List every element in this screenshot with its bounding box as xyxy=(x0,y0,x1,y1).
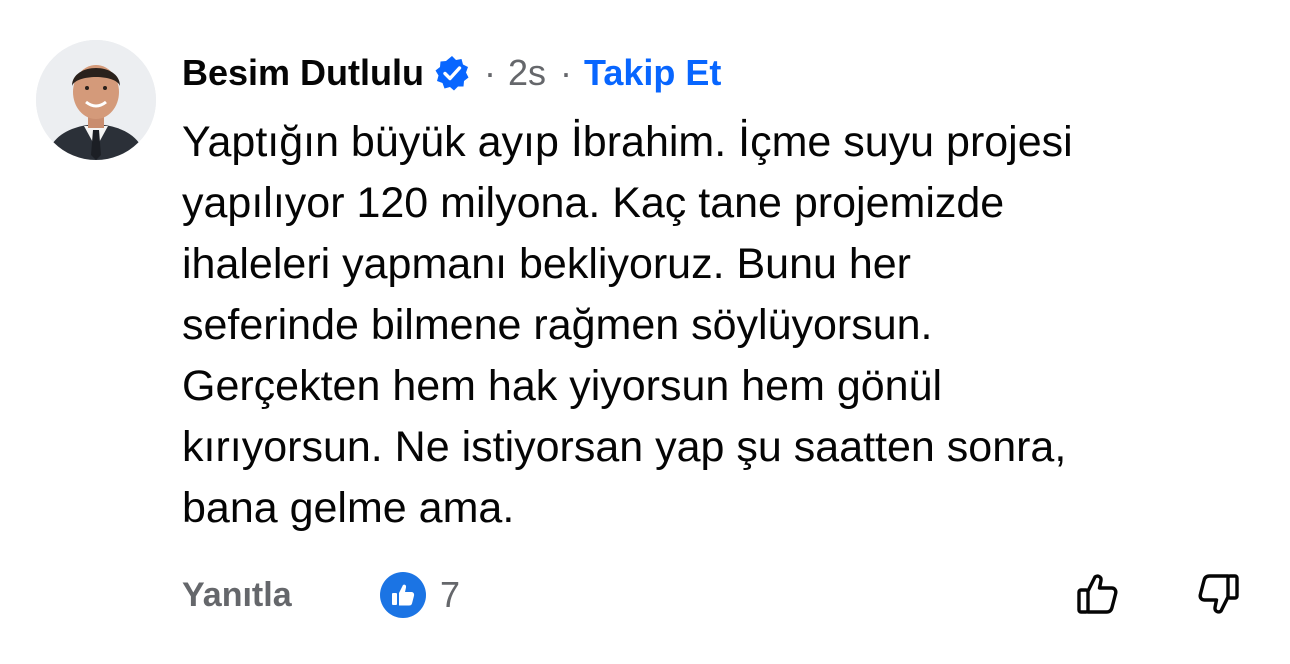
reaction-count: 7 xyxy=(440,574,461,615)
comment-line: ihaleleri yapmanı bekliyoruz. Bunu her xyxy=(182,240,912,288)
comment-line: Gerçekten hem hak yiyorsun hem gönül xyxy=(182,362,943,410)
comment: Besim Dutlulu · 2s · Takip Et Yaptığın b… xyxy=(0,0,1290,664)
verified-badge-icon xyxy=(434,55,470,91)
reply-button[interactable]: Yanıtla xyxy=(182,576,292,615)
timestamp[interactable]: 2s xyxy=(508,52,546,94)
comment-body: Yaptığın büyük ayıp İbrahim. İçme suyu p… xyxy=(182,112,1262,539)
like-reaction-icon xyxy=(380,572,426,618)
separator-dot: · xyxy=(560,52,573,93)
reaction-summary[interactable]: 7 xyxy=(380,570,460,620)
author-name[interactable]: Besim Dutlulu xyxy=(182,52,424,94)
comment-line: seferinde bilmene rağmen söylüyorsun. xyxy=(182,301,933,349)
avatar-photo xyxy=(36,40,156,160)
avatar[interactable] xyxy=(36,40,156,160)
separator-dot: · xyxy=(484,52,497,93)
thumbs-up-outline-icon[interactable] xyxy=(1072,568,1124,620)
comment-line: yapılıyor 120 milyona. Kaç tane projemiz… xyxy=(182,179,1005,227)
follow-button[interactable]: Takip Et xyxy=(584,52,721,94)
comment-line: Yaptığın büyük ayıp İbrahim. İçme suyu p… xyxy=(182,118,1073,166)
comment-line: bana gelme ama. xyxy=(182,484,515,532)
comment-line: kırıyorsun. Ne istiyorsan yap şu saatten… xyxy=(182,423,1067,471)
comment-actions: Yanıtla xyxy=(182,570,292,620)
comment-header: Besim Dutlulu · 2s · Takip Et xyxy=(182,48,721,98)
thumbs-down-outline-icon[interactable] xyxy=(1192,568,1244,620)
